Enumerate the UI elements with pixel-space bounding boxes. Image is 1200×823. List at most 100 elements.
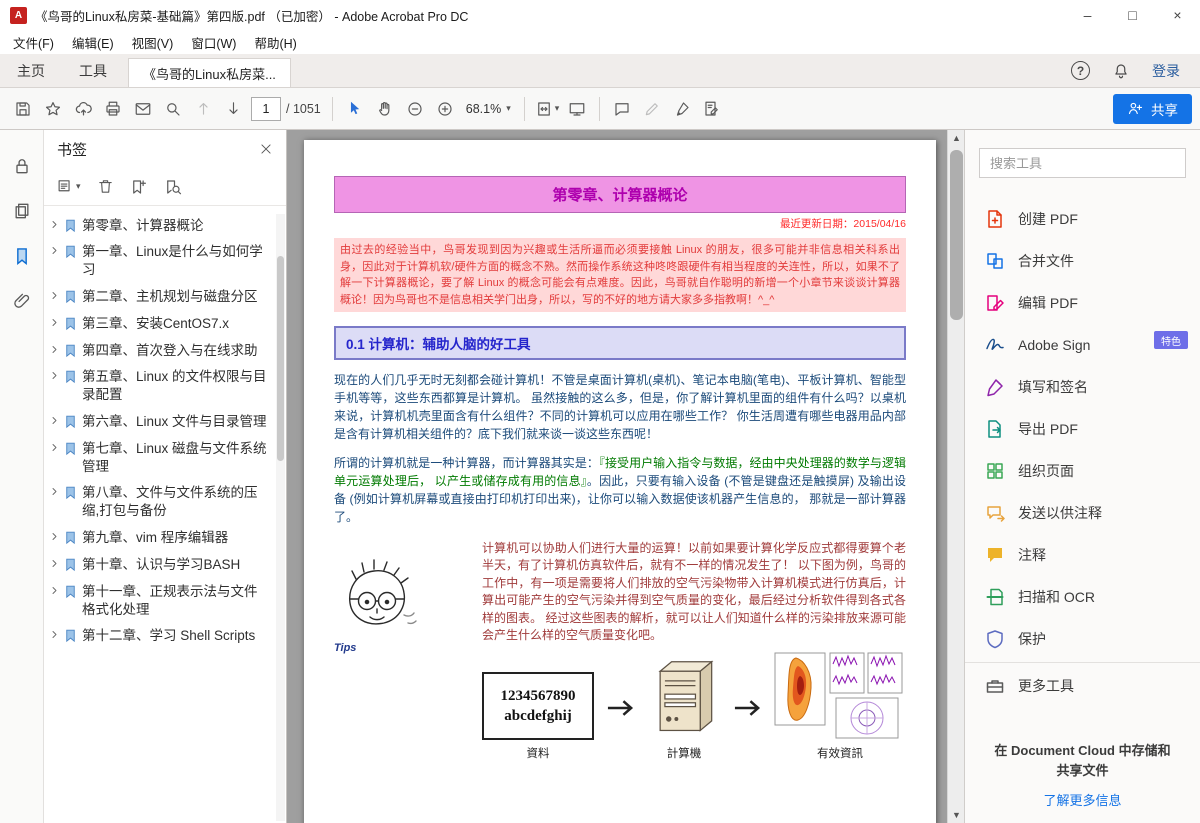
- tab-home[interactable]: 主页: [0, 54, 62, 87]
- tool-label[interactable]: 创建 PDF: [1018, 209, 1078, 229]
- tool-label[interactable]: 注释: [1018, 545, 1046, 565]
- select-tool-icon[interactable]: [340, 93, 370, 125]
- scrollbar-thumb[interactable]: [950, 150, 963, 320]
- hand-tool-icon[interactable]: [370, 93, 400, 125]
- learn-more-link[interactable]: 了解更多信息: [989, 790, 1176, 809]
- tool-scan-ocr[interactable]: 扫描和 OCR: [965, 576, 1200, 618]
- tool-label[interactable]: Adobe Sign: [1018, 337, 1090, 353]
- tool-send-for-comments[interactable]: 发送以供注释: [965, 492, 1200, 534]
- bookmark-label[interactable]: 第九章、vim 程序编辑器: [82, 529, 228, 547]
- close-button[interactable]: ×: [1155, 0, 1200, 30]
- bookmark-item[interactable]: 第一章、Linux是什么与如何学习: [48, 239, 270, 284]
- delete-bookmark-icon[interactable]: [97, 178, 114, 195]
- close-panel-icon[interactable]: [259, 142, 273, 156]
- tools-search-input[interactable]: [990, 156, 1175, 171]
- tool-comment[interactable]: 注释: [965, 534, 1200, 576]
- bookmark-item[interactable]: 第九章、vim 程序编辑器: [48, 525, 270, 552]
- tool-protect[interactable]: 保护: [965, 618, 1200, 660]
- chevron-right-icon[interactable]: [50, 371, 59, 380]
- sign-pen-icon[interactable]: [667, 93, 697, 125]
- chevron-right-icon[interactable]: [50, 532, 59, 541]
- page-thumbnails-icon[interactable]: [12, 201, 32, 221]
- fit-width-icon[interactable]: ▾: [532, 93, 563, 125]
- chevron-right-icon[interactable]: [50, 559, 59, 568]
- bookmark-item[interactable]: 第十一章、正规表示法与文件格式化处理: [48, 578, 270, 623]
- minimize-button[interactable]: –: [1065, 0, 1110, 30]
- bookmark-options-icon[interactable]: ▾: [57, 178, 81, 195]
- bookmark-item[interactable]: 第八章、文件与文件系统的压缩,打包与备份: [48, 480, 270, 525]
- fill-sign-doc-icon[interactable]: [697, 93, 727, 125]
- menu-help[interactable]: 帮助(H): [245, 30, 305, 55]
- share-button[interactable]: 共享: [1113, 94, 1192, 124]
- bookmark-label[interactable]: 第六章、Linux 文件与目录管理: [82, 413, 267, 431]
- previous-page-icon[interactable]: [188, 93, 218, 125]
- tool-create-pdf[interactable]: 创建 PDF: [965, 198, 1200, 240]
- page-number-input[interactable]: [251, 97, 281, 121]
- tool-label[interactable]: 合并文件: [1018, 251, 1074, 271]
- document-view[interactable]: 第零章、计算器概论 最近更新日期：2015/04/16 由过去的经验当中，鸟哥发…: [287, 130, 964, 823]
- chevron-right-icon[interactable]: [50, 345, 59, 354]
- help-icon[interactable]: ?: [1071, 61, 1090, 80]
- tab-tools[interactable]: 工具: [62, 54, 124, 87]
- chevron-right-icon[interactable]: [50, 586, 59, 595]
- tool-more-tools[interactable]: 更多工具: [965, 665, 1200, 707]
- menu-file[interactable]: 文件(F): [4, 30, 63, 55]
- cloud-upload-icon[interactable]: [68, 93, 98, 125]
- bookmark-label[interactable]: 第一章、Linux是什么与如何学习: [82, 243, 268, 279]
- bookmark-label[interactable]: 第零章、计算器概论: [82, 217, 204, 235]
- tool-label[interactable]: 发送以供注释: [1018, 503, 1102, 523]
- zoom-in-icon[interactable]: [430, 93, 460, 125]
- bookmark-item[interactable]: 第四章、首次登入与在线求助: [48, 337, 270, 364]
- new-bookmark-icon[interactable]: [130, 178, 148, 196]
- document-scrollbar[interactable]: ▲ ▼: [947, 130, 964, 823]
- bookmark-label[interactable]: 第七章、Linux 磁盘与文件系统管理: [82, 440, 268, 476]
- tool-export-pdf[interactable]: 导出 PDF: [965, 408, 1200, 450]
- star-favorites-icon[interactable]: [38, 93, 68, 125]
- page-display-icon[interactable]: [562, 93, 592, 125]
- email-icon[interactable]: [128, 93, 158, 125]
- scroll-up-arrow[interactable]: ▲: [948, 130, 964, 146]
- tab-document[interactable]: 《鸟哥的Linux私房菜...: [128, 58, 291, 87]
- tool-label[interactable]: 更多工具: [1018, 676, 1074, 696]
- tool-label[interactable]: 保护: [1018, 629, 1046, 649]
- bookmark-label[interactable]: 第十二章、学习 Shell Scripts: [82, 627, 255, 645]
- bookmark-item[interactable]: 第二章、主机规划与磁盘分区: [48, 283, 270, 310]
- tool-organize-pages[interactable]: 组织页面: [965, 450, 1200, 492]
- highlight-pencil-icon[interactable]: [637, 93, 667, 125]
- maximize-button[interactable]: □: [1110, 0, 1155, 30]
- tool-combine-files[interactable]: 合并文件: [965, 240, 1200, 282]
- bookmark-item[interactable]: 第三章、安装CentOS7.x: [48, 310, 270, 337]
- chevron-right-icon[interactable]: [50, 630, 59, 639]
- chevron-right-icon[interactable]: [50, 443, 59, 452]
- tool-adobe-sign[interactable]: Adobe Sign特色: [965, 324, 1200, 366]
- attachments-paperclip-icon[interactable]: [12, 291, 32, 311]
- bookmark-label[interactable]: 第五章、Linux 的文件权限与目录配置: [82, 368, 268, 404]
- tool-label[interactable]: 组织页面: [1018, 461, 1074, 481]
- bookmark-item[interactable]: 第十二章、学习 Shell Scripts: [48, 623, 270, 650]
- next-page-icon[interactable]: [218, 93, 248, 125]
- scrollbar-thumb[interactable]: [277, 256, 284, 461]
- tool-label[interactable]: 扫描和 OCR: [1018, 587, 1095, 607]
- zoom-level-dropdown[interactable]: 68.1% ▾: [460, 93, 517, 125]
- tool-label[interactable]: 编辑 PDF: [1018, 293, 1078, 313]
- comment-tool-icon[interactable]: [607, 93, 637, 125]
- chevron-right-icon[interactable]: [50, 291, 59, 300]
- chevron-right-icon[interactable]: [50, 416, 59, 425]
- bookmarks-scrollbar[interactable]: [276, 214, 285, 821]
- bookmark-label[interactable]: 第十一章、正规表示法与文件格式化处理: [82, 583, 268, 619]
- notifications-bell-icon[interactable]: [1112, 62, 1130, 80]
- tool-label[interactable]: 导出 PDF: [1018, 419, 1078, 439]
- lock-icon[interactable]: [12, 156, 32, 176]
- chevron-right-icon[interactable]: [50, 487, 59, 496]
- tool-edit-pdf[interactable]: 编辑 PDF: [965, 282, 1200, 324]
- print-icon[interactable]: [98, 93, 128, 125]
- chevron-right-icon[interactable]: [50, 246, 59, 255]
- bookmark-label[interactable]: 第十章、认识与学习BASH: [82, 556, 240, 574]
- tool-label[interactable]: 填写和签名: [1018, 377, 1088, 397]
- bookmark-label[interactable]: 第四章、首次登入与在线求助: [82, 342, 258, 360]
- bookmark-label[interactable]: 第八章、文件与文件系统的压缩,打包与备份: [82, 484, 268, 520]
- bookmark-item[interactable]: 第十章、认识与学习BASH: [48, 551, 270, 578]
- login-button[interactable]: 登录: [1152, 61, 1180, 81]
- tool-fill-sign[interactable]: 填写和签名: [965, 366, 1200, 408]
- bookmark-label[interactable]: 第二章、主机规划与磁盘分区: [82, 288, 258, 306]
